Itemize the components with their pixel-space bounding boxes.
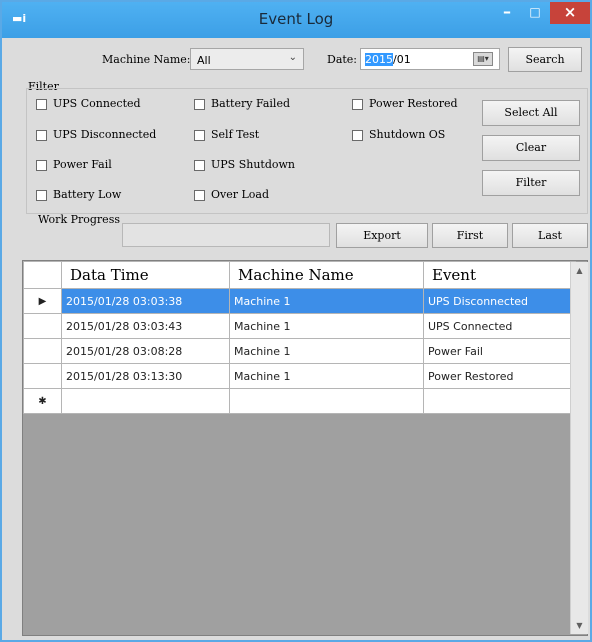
checkbox-box[interactable] [36,99,47,110]
cell-event[interactable]: Power Fail [423,338,576,364]
checkbox-label: Battery Failed [211,97,290,110]
cell-machine-name[interactable]: Machine 1 [229,363,424,389]
checkbox-label: UPS Disconnected [53,128,157,141]
checkbox-box[interactable] [352,99,363,110]
cell-machine-name[interactable] [229,388,424,414]
machine-name-label: Machine Name: [102,53,191,66]
event-log-window: ▬i Event Log – □ × Machine Name: All ⌄ D… [0,0,592,642]
row-header[interactable]: ✱ [23,388,62,414]
date-value[interactable]: 2015/01 [365,53,411,66]
maximize-button[interactable]: □ [522,2,548,24]
machine-name-value: All [197,54,211,67]
machine-name-select[interactable]: All ⌄ [190,48,304,70]
column-header-data-time[interactable]: Data Time [61,261,230,289]
table-row[interactable]: 2015/01/28 03:13:30 Machine 1 Power Restor… [23,363,576,389]
checkbox-box[interactable] [194,130,205,141]
table-row[interactable]: ▶ 2015/01/28 03:03:38 Machine 1 UPS Disconn… [23,288,576,314]
column-header-machine-name[interactable]: Machine Name [229,261,424,289]
event-data-grid[interactable]: Data Time Machine Name Event ▶ 2015/01/28… [22,260,588,636]
cell-data-time[interactable]: 2015/01/28 03:03:38 [61,288,230,314]
checkbox-box[interactable] [36,130,47,141]
row-header[interactable] [23,338,62,364]
checkbox-label: UPS Connected [53,97,141,110]
scroll-up-icon[interactable]: ▲ [571,262,588,279]
cell-data-time[interactable]: 2015/01/28 03:03:43 [61,313,230,339]
checkbox-label: Power Restored [369,97,458,110]
table-row[interactable]: 2015/01/28 03:03:43 Machine 1 UPS Connecte… [23,313,576,339]
row-header[interactable] [23,313,62,339]
cell-event[interactable]: UPS Connected [423,313,576,339]
date-picker[interactable]: 2015/01 ▤▾ [360,48,500,70]
cell-machine-name[interactable]: Machine 1 [229,313,424,339]
checkbox-box[interactable] [36,160,47,171]
cell-machine-name[interactable]: Machine 1 [229,288,424,314]
row-header-corner [23,261,62,289]
export-button[interactable]: Export [336,223,428,248]
cell-data-time[interactable]: 2015/01/28 03:13:30 [61,363,230,389]
row-header[interactable]: ▶ [23,288,62,314]
checkbox-label: Battery Low [53,188,122,201]
table-row[interactable]: 2015/01/28 03:08:28 Machine 1 Power Fail [23,338,576,364]
search-button[interactable]: Search [508,47,582,72]
cell-data-time[interactable]: 2015/01/28 03:08:28 [61,338,230,364]
table-header-row: Data Time Machine Name Event [23,261,576,289]
checkbox-label: Self Test [211,128,260,141]
work-progress-label: Work Progress [38,213,120,226]
cell-event[interactable]: UPS Disconnected [423,288,576,314]
first-button[interactable]: First [432,223,508,248]
row-header[interactable] [23,363,62,389]
checkbox-box[interactable] [194,190,205,201]
filter-button[interactable]: Filter [482,170,580,196]
date-label: Date: [327,53,358,66]
work-progress-bar [122,223,330,247]
checkbox-label: Power Fail [53,158,112,171]
checkbox-label: Shutdown OS [369,128,446,141]
checkbox-box[interactable] [352,130,363,141]
checkbox-box[interactable] [194,160,205,171]
last-button[interactable]: Last [512,223,588,248]
cell-data-time[interactable] [61,388,230,414]
vertical-scrollbar[interactable]: ▲ ▼ [570,262,588,634]
table-row[interactable]: ✱ [23,388,576,414]
calendar-dropdown-icon[interactable]: ▤▾ [473,52,493,66]
checkbox-box[interactable] [36,190,47,201]
event-table: Data Time Machine Name Event ▶ 2015/01/28… [23,261,576,414]
close-button[interactable]: × [550,2,590,24]
clear-button[interactable]: Clear [482,135,580,161]
cell-event[interactable] [423,388,576,414]
cell-event[interactable]: Power Restored [423,363,576,389]
scroll-down-icon[interactable]: ▼ [571,617,588,634]
column-header-event[interactable]: Event [423,261,576,289]
minimize-button[interactable]: – [494,2,520,24]
checkbox-label: UPS Shutdown [211,158,295,171]
date-selected-part: 2015 [365,53,393,66]
checkbox-box[interactable] [194,99,205,110]
title-bar[interactable]: ▬i Event Log – □ × [2,2,590,38]
checkbox-label: Over Load [211,188,270,201]
chevron-down-icon: ⌄ [288,52,297,63]
cell-machine-name[interactable]: Machine 1 [229,338,424,364]
select-all-button[interactable]: Select All [482,100,580,126]
date-rest-part: /01 [393,53,411,66]
